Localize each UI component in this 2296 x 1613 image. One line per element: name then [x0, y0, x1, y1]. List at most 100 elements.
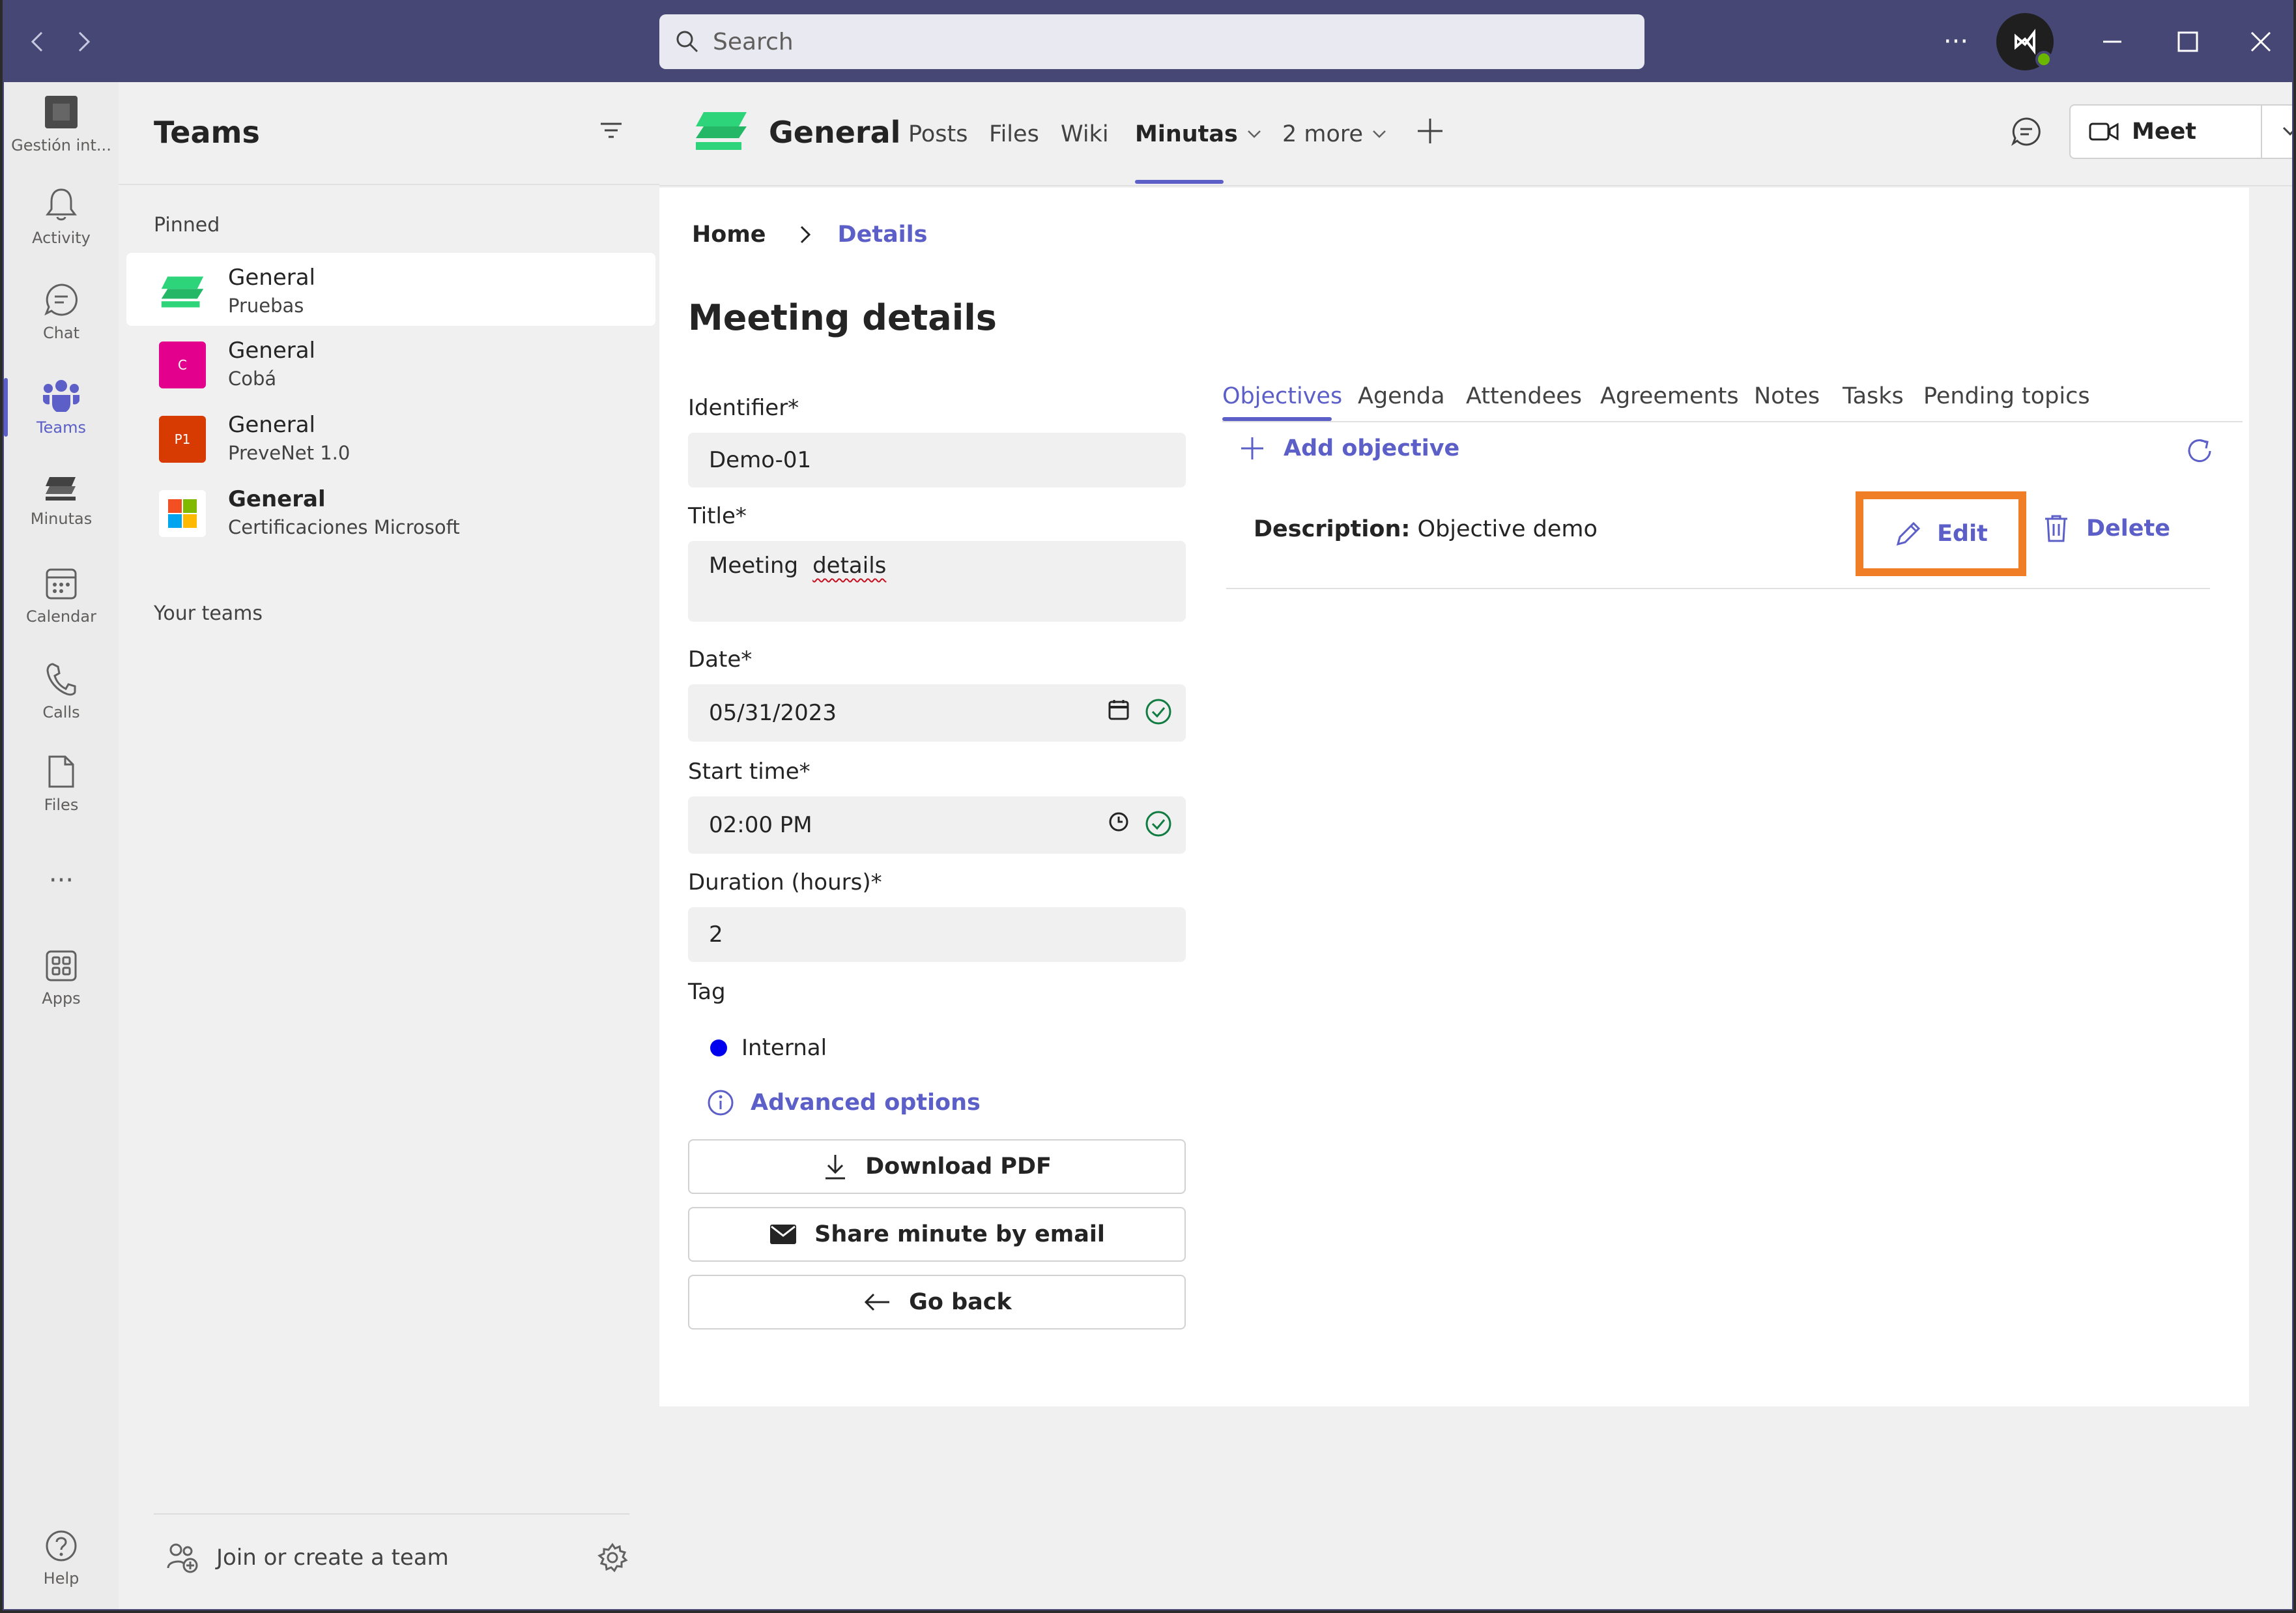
- go-back-button[interactable]: Go back: [688, 1275, 1186, 1330]
- back-arrow-icon[interactable]: [16, 21, 57, 63]
- tab-pending-topics[interactable]: Pending topics: [1923, 383, 2090, 409]
- meet-button[interactable]: Meet: [2069, 104, 2262, 159]
- active-tab-indicator: [1222, 417, 1332, 421]
- team-item-coba[interactable]: C General Cobá: [126, 326, 655, 399]
- gear-icon[interactable]: [597, 1542, 628, 1576]
- close-button[interactable]: [2237, 20, 2284, 64]
- download-icon: [825, 1155, 846, 1180]
- edit-highlight: Edit: [1856, 491, 2026, 576]
- teams-pane: Teams Pinned General Pruebas C General C…: [119, 82, 659, 1609]
- edit-button[interactable]: Edit: [1894, 519, 1988, 548]
- team-logo: P1: [159, 416, 206, 463]
- title-field[interactable]: Meeting details: [688, 541, 1186, 622]
- minutas-logo-icon: [161, 276, 204, 308]
- plus-icon: [1418, 119, 1442, 143]
- tab-agreements[interactable]: Agreements: [1600, 383, 1739, 409]
- check-circle-icon: [1145, 699, 1171, 725]
- mail-icon: [770, 1225, 797, 1244]
- main-area: General Posts Files Wiki Minutas 2 more …: [659, 82, 2292, 1609]
- info-icon: [708, 1090, 734, 1116]
- refresh-icon[interactable]: [2184, 435, 2215, 469]
- rail-item-gestion[interactable]: Gestión int...: [4, 82, 119, 167]
- chevron-down-icon: [1373, 130, 1386, 138]
- title-label: Title*: [688, 503, 747, 529]
- microsoft-logo-icon: [159, 490, 206, 537]
- search-icon: [676, 31, 698, 53]
- date-field[interactable]: 05/31/2023: [688, 684, 1186, 742]
- tag-label: Tag: [688, 979, 726, 1005]
- file-icon: [48, 755, 74, 788]
- maximize-icon: [2177, 31, 2198, 52]
- active-tab-indicator: [1135, 180, 1224, 184]
- visual-studio-icon: [2015, 29, 2035, 55]
- meet-dropdown-button[interactable]: [2261, 104, 2292, 159]
- divider: [154, 1513, 629, 1515]
- team-item-pruebas[interactable]: General Pruebas: [126, 253, 655, 326]
- rail-item-calendar[interactable]: Calendar: [4, 554, 119, 639]
- meeting-details-content: Home Details Meeting details Identifier*…: [659, 188, 2249, 1406]
- team-item-prevenet[interactable]: P1 General PreveNet 1.0: [126, 400, 655, 473]
- search-box[interactable]: Search: [659, 14, 1644, 69]
- download-pdf-button[interactable]: Download PDF: [688, 1139, 1186, 1194]
- start-time-label: Start time*: [688, 759, 811, 785]
- delete-button[interactable]: Delete: [2043, 514, 2170, 544]
- rail-more-button[interactable]: ···: [4, 838, 119, 923]
- breadcrumb-home[interactable]: Home: [692, 222, 766, 248]
- add-team-icon: [167, 1543, 198, 1573]
- join-create-team-button[interactable]: Join or create a team: [165, 1537, 449, 1578]
- add-objective-button[interactable]: Add objective: [1239, 435, 1459, 461]
- calendar-icon[interactable]: [1108, 699, 1130, 721]
- rail-item-files[interactable]: Files: [4, 742, 119, 826]
- forward-arrow-icon[interactable]: [64, 21, 106, 63]
- plus-icon: [1241, 437, 1263, 459]
- add-tab-button[interactable]: [1415, 116, 1445, 149]
- tab-attendees[interactable]: Attendees: [1466, 383, 1582, 409]
- calendar-icon: [46, 568, 77, 600]
- advanced-options-link[interactable]: Advanced options: [706, 1088, 981, 1117]
- channel-header: General Posts Files Wiki Minutas 2 more …: [659, 82, 2292, 186]
- arrow-left-icon: [865, 1293, 890, 1311]
- clock-icon[interactable]: [1108, 811, 1130, 833]
- rail-item-calls[interactable]: Calls: [4, 649, 119, 734]
- tab-files[interactable]: Files: [989, 121, 1039, 147]
- rail-item-activity[interactable]: Activity: [4, 175, 119, 259]
- pinned-label: Pinned: [154, 214, 220, 237]
- identifier-label: Identifier*: [688, 395, 799, 421]
- tag-internal[interactable]: Internal: [710, 1035, 827, 1061]
- avatar[interactable]: [1996, 13, 2054, 70]
- tab-tasks[interactable]: Tasks: [1843, 383, 1904, 409]
- maximize-button[interactable]: [2164, 20, 2211, 64]
- minutas-logo-icon: [693, 109, 749, 155]
- tab-agenda[interactable]: Agenda: [1358, 383, 1445, 409]
- rail-item-chat[interactable]: Chat: [4, 270, 119, 355]
- start-time-field[interactable]: 02:00 PM: [688, 796, 1186, 854]
- tab-objectives[interactable]: Objectives: [1222, 383, 1342, 409]
- bell-icon: [46, 188, 77, 221]
- breadcrumb: Home Details: [692, 222, 928, 248]
- trash-icon: [2045, 515, 2067, 542]
- rail-item-teams[interactable]: Teams: [4, 365, 119, 450]
- minimize-button[interactable]: [2089, 20, 2136, 64]
- tab-posts[interactable]: Posts: [908, 121, 968, 147]
- presence-available-icon: [2035, 51, 2052, 68]
- more-options-button[interactable]: ···: [1932, 20, 1979, 64]
- identifier-field[interactable]: Demo-01: [688, 433, 1186, 487]
- video-camera-icon: [2089, 123, 2119, 141]
- duration-field[interactable]: 2: [688, 907, 1186, 962]
- rail-item-help[interactable]: Help: [4, 1516, 119, 1601]
- rail-item-minutas[interactable]: Minutas: [4, 459, 119, 544]
- tab-minutas[interactable]: Minutas: [1135, 121, 1261, 147]
- your-teams-label: Your teams: [154, 602, 263, 625]
- conversation-button[interactable]: [2011, 116, 2042, 150]
- tab-wiki[interactable]: Wiki: [1061, 121, 1109, 147]
- rail-item-apps[interactable]: Apps: [4, 936, 119, 1021]
- share-by-email-button[interactable]: Share minute by email: [688, 1207, 1186, 1262]
- team-logo: [159, 269, 206, 315]
- title-bar: Search ···: [4, 1, 2292, 82]
- check-circle-icon: [1145, 811, 1171, 837]
- tab-notes[interactable]: Notes: [1754, 383, 1820, 409]
- filter-icon[interactable]: [598, 120, 624, 143]
- team-item-certificaciones[interactable]: General Certificaciones Microsoft: [126, 474, 655, 547]
- more-icon: ···: [48, 865, 74, 895]
- tab-more[interactable]: 2 more: [1282, 121, 1386, 147]
